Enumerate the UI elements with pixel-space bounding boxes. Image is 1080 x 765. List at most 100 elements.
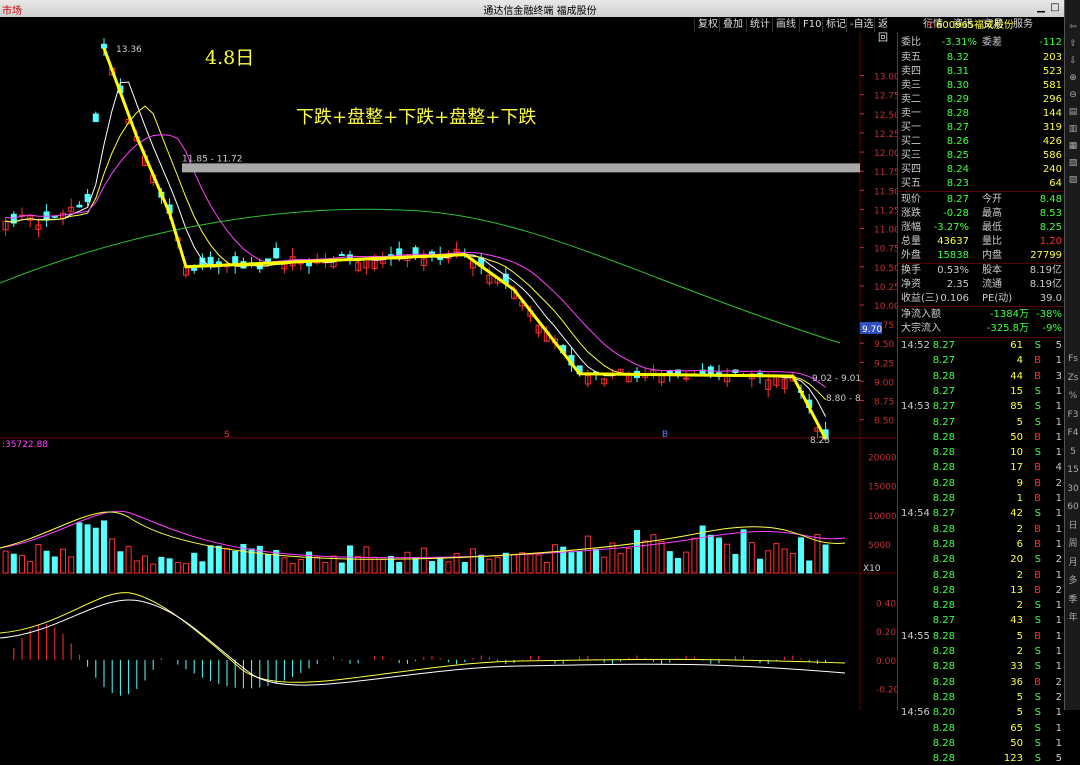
ask-label-1: 卖四 — [901, 66, 921, 77]
sidebar-tool-icon-1[interactable]: ⇧ — [1066, 37, 1080, 51]
toolbar-button-5[interactable]: 标记 — [822, 18, 849, 32]
ask-row-4: 卖一 8.28 144 — [898, 108, 1065, 120]
volume-bar-32 — [265, 554, 271, 574]
weibi-row: 委比 -3.31% 委差 -112 — [898, 37, 1065, 49]
period-button-7[interactable]: 30 — [1066, 482, 1080, 496]
tick-count-5: 1 — [1055, 416, 1062, 428]
period-button-10[interactable]: 周 — [1066, 537, 1080, 551]
sidebar-tool-icon-5[interactable]: ▤ — [1066, 105, 1080, 119]
weicha-label: 委差 — [982, 37, 1002, 48]
volume-bar-84 — [691, 537, 698, 574]
quote-label2-1: 最高 — [982, 208, 1002, 219]
period-button-9[interactable]: 日 — [1066, 519, 1080, 533]
ask-row-1: 卖四 8.31 523 — [898, 66, 1065, 78]
tick-time-11: 14:54 — [901, 508, 930, 520]
tick-row-8: 8.28 17 B 4 — [898, 462, 1065, 474]
toolbar-button-2[interactable]: 统计 — [746, 18, 773, 32]
tick-row-25: 8.28 65 S 1 — [898, 723, 1065, 735]
price-tick-2: 12.50 — [874, 111, 897, 121]
sidebar-tool-icon-8[interactable]: ▧ — [1066, 156, 1080, 170]
tick-row-18: 8.27 43 S 1 — [898, 615, 1065, 627]
kline-chart[interactable]: 13.00 12.75 12.50 12.25 12.00 11.75 11.50 11.25… — [0, 33, 897, 710]
bid-vol-3: 240 — [1042, 164, 1062, 175]
tick-row-12: 8.28 2 B 1 — [898, 524, 1065, 536]
period-button-6[interactable]: 15 — [1066, 463, 1080, 477]
volume-bar-86 — [707, 534, 714, 574]
period-button-4[interactable]: F4 — [1066, 426, 1080, 440]
period-button-14[interactable]: 年 — [1066, 611, 1080, 625]
tick-count-4: 1 — [1055, 401, 1062, 413]
sidebar-tool-icon-7[interactable]: ▦ — [1066, 139, 1080, 153]
bid-vol-1: 426 — [1042, 136, 1062, 147]
period-button-13[interactable]: 季 — [1066, 593, 1080, 607]
ask-label-3: 卖二 — [901, 94, 921, 105]
tick-side-4: S — [1034, 401, 1041, 413]
sidebar-tool-icon-6[interactable]: ▥ — [1066, 122, 1080, 136]
sidebar-tool-icon-9[interactable]: ▨ — [1066, 173, 1080, 187]
flow-row-0: 净流入额 -1384万 -38% — [898, 309, 1065, 321]
sidebar-tool-icon-2[interactable]: ⇩ — [1066, 54, 1080, 68]
tick-vol-24: 5 — [1016, 707, 1023, 719]
candle-body-25 — [207, 256, 214, 266]
toolbar-button-6[interactable]: -自选 — [846, 18, 877, 32]
tick-price-13: 8.28 — [932, 538, 955, 550]
period-button-12[interactable]: 多 — [1066, 574, 1080, 588]
tick-vol-16: 13 — [1010, 584, 1023, 596]
minimize-icon[interactable]: ▁ — [1034, 1, 1048, 15]
macd-tick-3: -0.20 — [876, 686, 897, 696]
tick-price-7: 8.28 — [932, 447, 955, 459]
period-button-3[interactable]: F3 — [1066, 408, 1080, 422]
sidebar-tool-icon-3[interactable]: ⊕ — [1066, 71, 1080, 85]
tick-vol-12: 2 — [1016, 523, 1023, 535]
toolbar-button-1[interactable]: 叠加 — [719, 18, 746, 32]
bid-vol-2: 586 — [1042, 150, 1062, 161]
toolbar-button-7[interactable]: 返回 — [874, 18, 897, 44]
sidebar-tool-icon-4[interactable]: ⊖ — [1066, 88, 1080, 102]
tick-vol-9: 9 — [1016, 477, 1023, 489]
tick-side-1: B — [1034, 355, 1041, 367]
tick-side-18: S — [1034, 615, 1041, 627]
volume-bar-56 — [461, 561, 468, 574]
tick-count-15: 1 — [1055, 569, 1062, 581]
sidebar-tool-icon-0[interactable]: ⇦ — [1066, 20, 1080, 34]
divider-1 — [898, 191, 1065, 192]
maximize-icon[interactable]: □ — [1048, 1, 1062, 15]
toolbar-button-0[interactable]: 复权 — [694, 18, 721, 32]
quote-row-2: 涨幅 -3.27% 最低 8.25 — [898, 222, 1065, 234]
volume-bar-87 — [716, 537, 722, 574]
period-button-8[interactable]: 60 — [1066, 500, 1080, 514]
period-button-5[interactable]: 5 — [1066, 445, 1080, 459]
period-button-1[interactable]: Zs — [1066, 371, 1080, 385]
volume-bar-82 — [675, 557, 681, 574]
tick-side-6: B — [1034, 431, 1041, 443]
tick-price-1: 8.27 — [932, 355, 955, 367]
period-button-2[interactable]: % — [1066, 389, 1080, 403]
tick-row-11: 14:54 8.27 42 S 1 — [898, 508, 1065, 520]
tick-price-6: 8.28 — [932, 431, 955, 443]
volume-bar-50 — [412, 557, 419, 574]
tick-side-5: S — [1034, 416, 1041, 428]
tick-row-27: 8.28 123 S 5 — [898, 753, 1065, 765]
tick-side-12: B — [1034, 523, 1041, 535]
toolbar-button-4[interactable]: F10 — [799, 18, 824, 32]
period-button-11[interactable]: 月 — [1066, 556, 1080, 570]
bid-price-1: 8.26 — [946, 136, 969, 147]
chart-toolbar: 复权 叠加 统计 画线 F10 标记 -自选 返回 — [0, 17, 897, 44]
toolbar-button-3[interactable]: 画线 — [772, 18, 799, 32]
price-tick-1: 12.75 — [874, 92, 897, 102]
tick-vol-10: 1 — [1016, 493, 1023, 504]
tick-price-26: 8.28 — [932, 737, 955, 749]
ask-price-0: 8.32 — [946, 52, 969, 63]
tick-row-23: 8.28 5 S 2 — [898, 692, 1065, 704]
tick-price-16: 8.28 — [932, 584, 955, 596]
quote-panel: R 600965 福成股份 委比 -3.31% 委差 -112 卖五 8.32 203 卖四 8.31… — [897, 20, 1065, 764]
weicha-value: -112 — [1039, 37, 1062, 48]
volume-bar-53 — [437, 556, 444, 574]
price-tick-15: 9.25 — [874, 359, 894, 369]
volume-bar-60 — [494, 556, 501, 574]
period-button-0[interactable]: Fs — [1066, 352, 1080, 366]
tick-vol-14: 20 — [1010, 554, 1023, 566]
tick-side-23: S — [1034, 691, 1041, 703]
tick-count-12: 1 — [1055, 523, 1062, 535]
tick-count-26: 1 — [1055, 737, 1062, 749]
